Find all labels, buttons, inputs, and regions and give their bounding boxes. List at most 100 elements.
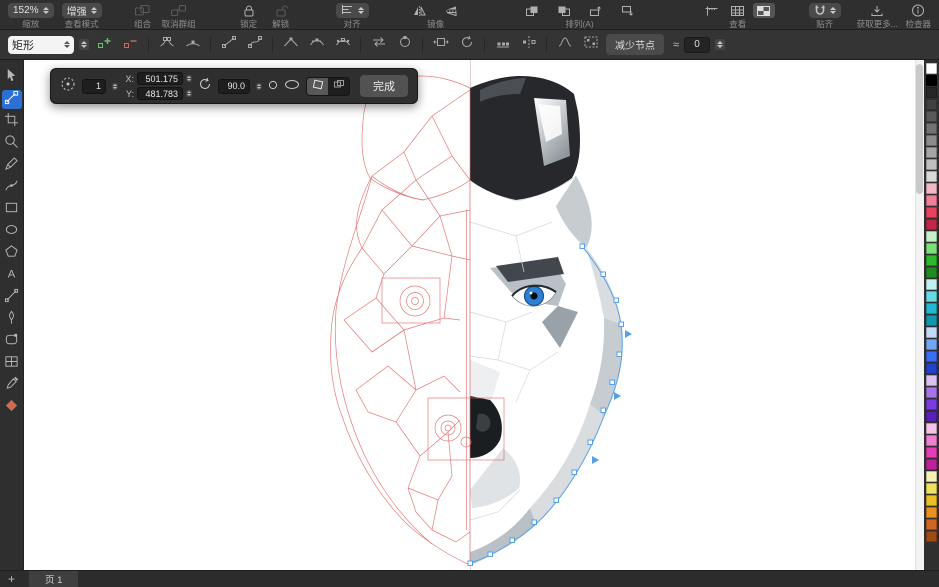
table-tool[interactable] — [2, 354, 22, 373]
rotate-nodes-button[interactable] — [456, 36, 477, 54]
reverse-direction-button[interactable] — [368, 36, 389, 54]
done-button[interactable]: 完成 — [360, 75, 408, 97]
color-swatch[interactable] — [926, 63, 937, 74]
rendered-half[interactable] — [470, 76, 622, 565]
color-swatch[interactable] — [926, 387, 937, 398]
elastic-mode-button[interactable] — [554, 36, 575, 54]
combine-button[interactable] — [132, 3, 154, 18]
color-swatch[interactable] — [926, 219, 937, 230]
color-swatch[interactable] — [926, 111, 937, 122]
add-node-button[interactable] — [94, 36, 115, 54]
back-one-button[interactable] — [617, 3, 639, 18]
color-swatch[interactable] — [926, 399, 937, 410]
color-swatch[interactable] — [926, 99, 937, 110]
color-swatch[interactable] — [926, 147, 937, 158]
color-swatch[interactable] — [926, 495, 937, 506]
copies-field[interactable]: 1 — [82, 79, 106, 94]
color-swatch[interactable] — [926, 267, 937, 278]
color-swatch[interactable] — [926, 303, 937, 314]
ellipse-tool[interactable] — [2, 222, 22, 241]
mirror-vertical-button[interactable] — [441, 3, 463, 18]
forward-one-button[interactable] — [585, 3, 607, 18]
shape-stepper[interactable] — [79, 39, 89, 50]
artwork-canvas[interactable] — [320, 60, 650, 570]
color-swatch[interactable] — [926, 315, 937, 326]
color-swatch[interactable] — [926, 231, 937, 242]
pen-tool[interactable] — [2, 310, 22, 329]
color-swatch[interactable] — [926, 435, 937, 446]
color-swatch[interactable] — [926, 363, 937, 374]
x-field[interactable]: 501.175 — [137, 72, 183, 85]
rectangle-tool[interactable] — [2, 200, 22, 219]
color-swatch[interactable] — [926, 471, 937, 482]
color-swatch[interactable] — [926, 75, 937, 86]
view-mode-popup[interactable]: 增强 — [62, 3, 102, 18]
reduce-nodes-button[interactable]: 减少节点 — [606, 34, 664, 55]
zoom-tool[interactable] — [2, 134, 22, 153]
mirror-horizontal-button[interactable] — [409, 3, 431, 18]
smoothing-stepper[interactable] — [715, 39, 725, 50]
color-swatch[interactable] — [926, 423, 937, 434]
color-swatch[interactable] — [926, 447, 937, 458]
color-swatch[interactable] — [926, 87, 937, 98]
color-swatch[interactable] — [926, 291, 937, 302]
to-line-button[interactable] — [218, 36, 239, 54]
zoom-popup[interactable]: 152% — [8, 3, 54, 18]
line-tool[interactable] — [2, 288, 22, 307]
smooth-node-button[interactable] — [306, 36, 327, 54]
color-swatch[interactable] — [926, 135, 937, 146]
rulers-view-button[interactable] — [701, 3, 723, 18]
rotate-copy-toggle[interactable] — [328, 78, 349, 95]
polygon-tool[interactable] — [2, 244, 22, 263]
color-swatch[interactable] — [926, 123, 937, 134]
color-swatch[interactable] — [926, 207, 937, 218]
color-swatch[interactable] — [926, 159, 937, 170]
color-swatch[interactable] — [926, 243, 937, 254]
join-nodes-button[interactable] — [182, 36, 203, 54]
stretch-nodes-button[interactable] — [430, 36, 451, 54]
canvas[interactable]: 1 X: 501.175 Y: 481.783 — [24, 60, 924, 570]
grid-view-button[interactable] — [727, 3, 749, 18]
color-swatch[interactable] — [926, 375, 937, 386]
inspector-button[interactable] — [907, 3, 929, 18]
pixels-view-button[interactable] — [753, 3, 775, 18]
scrollbar-thumb[interactable] — [916, 64, 923, 194]
ungroup-button[interactable] — [168, 3, 190, 18]
y-field[interactable]: 481.783 — [137, 87, 183, 100]
color-swatch[interactable] — [926, 459, 937, 470]
x-stepper[interactable] — [186, 75, 192, 82]
shape-edit-tool[interactable] — [2, 332, 22, 351]
color-swatch[interactable] — [926, 339, 937, 350]
vertical-scrollbar[interactable] — [915, 60, 924, 570]
shape-tool[interactable] — [2, 90, 22, 109]
add-page-button[interactable]: + — [8, 573, 15, 585]
to-front-button[interactable] — [521, 3, 543, 18]
crop-tool[interactable] — [2, 112, 22, 131]
color-swatch[interactable] — [926, 183, 937, 194]
reflect-nodes-button[interactable] — [518, 36, 539, 54]
align-nodes-button[interactable] — [492, 36, 513, 54]
to-back-button[interactable] — [553, 3, 575, 18]
color-swatch[interactable] — [926, 255, 937, 266]
select-all-nodes-button[interactable] — [580, 36, 601, 54]
break-curve-button[interactable] — [156, 36, 177, 54]
get-more-button[interactable] — [866, 3, 888, 18]
smoothing-field[interactable]: 0 — [684, 37, 710, 53]
bezier-tool[interactable] — [2, 178, 22, 197]
angle-field[interactable]: 90.0 — [218, 79, 250, 94]
fill-tool[interactable] — [2, 398, 22, 417]
color-swatch[interactable] — [926, 351, 937, 362]
rotate-object-toggle[interactable] — [307, 78, 328, 95]
cusp-node-button[interactable] — [280, 36, 301, 54]
unlock-button[interactable] — [270, 3, 292, 18]
to-curve-button[interactable] — [244, 36, 265, 54]
color-swatch[interactable] — [926, 279, 937, 290]
page-tab[interactable]: 页 1 — [29, 571, 78, 587]
shape-type-select[interactable]: 矩形 — [8, 36, 74, 54]
angle-stepper[interactable] — [256, 83, 262, 90]
delete-node-button[interactable] — [120, 36, 141, 54]
align-popup[interactable] — [336, 3, 369, 18]
copies-stepper[interactable] — [112, 83, 118, 90]
y-stepper[interactable] — [186, 90, 192, 97]
pick-tool[interactable] — [2, 68, 22, 87]
